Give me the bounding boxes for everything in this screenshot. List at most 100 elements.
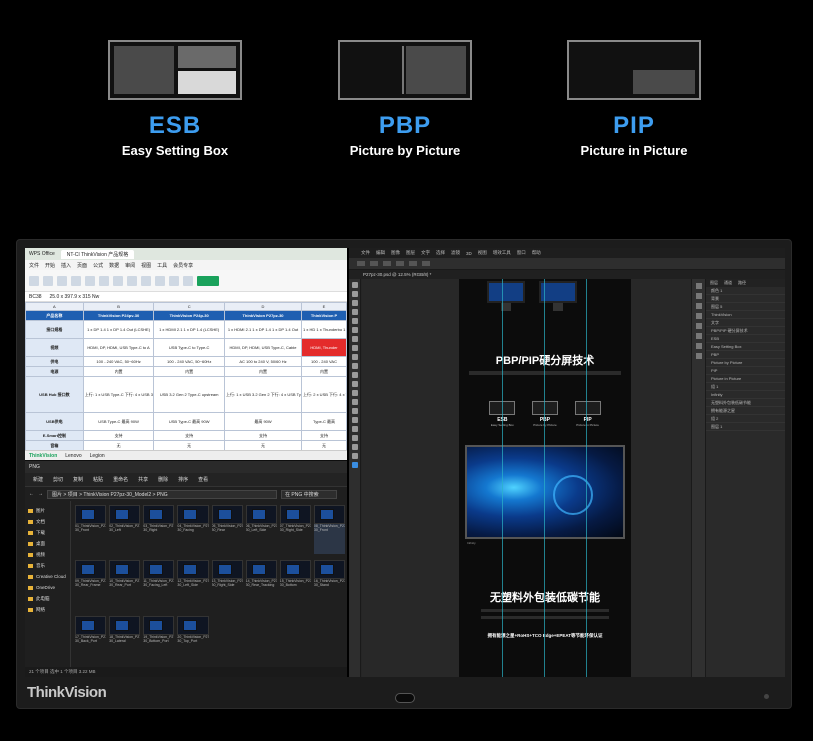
- transform-icon[interactable]: [383, 261, 391, 266]
- row-label[interactable]: USB供电: [25, 412, 84, 431]
- table-cell[interactable]: 内置: [301, 366, 347, 377]
- marquee-tool-icon[interactable]: [351, 291, 358, 297]
- file-thumbnail[interactable]: 02_ThinkVision_P27pz-30_Left: [109, 505, 141, 554]
- row-label[interactable]: E-Smart控制: [25, 430, 84, 441]
- table-cell[interactable]: 支持: [223, 430, 303, 441]
- panel-tab[interactable]: 通道: [724, 280, 732, 286]
- canvas-guide[interactable]: [586, 279, 587, 677]
- file-thumbnail-selected[interactable]: 08_ThinkVision_P27pz-30_Front: [313, 505, 345, 554]
- file-thumbnail[interactable]: 19_ThinkVision_P27pz-30_Bottom_Port: [143, 615, 175, 665]
- move-tool-icon[interactable]: [357, 261, 365, 266]
- table-cell[interactable]: 1 x DP 1.4 1 x DP 1.4 Out (LCSHE): [82, 320, 155, 339]
- stamp-tool-icon[interactable]: [351, 354, 358, 360]
- sort-icon[interactable]: [183, 275, 193, 286]
- column-header[interactable]: C: [153, 302, 225, 311]
- gradient-icon[interactable]: [351, 381, 358, 387]
- address-bar[interactable]: 图片 > 项目 > ThinkVision P27pz-30_Model2 > …: [47, 489, 277, 499]
- nav-item[interactable]: Creative Cloud: [28, 571, 67, 582]
- zoom-tool-icon[interactable]: [351, 453, 358, 459]
- menu-item[interactable]: 编辑: [376, 250, 385, 256]
- layer-item[interactable]: Picture in Picture: [706, 375, 785, 383]
- layer-item[interactable]: ThinkVision: [706, 311, 785, 319]
- toolbar-button[interactable]: 复制: [73, 476, 83, 483]
- hand-tool-icon[interactable]: [351, 444, 358, 450]
- table-cell[interactable]: AC 100 to 240 V, 50/60 Hz: [223, 356, 303, 367]
- file-thumbnail[interactable]: 01_ThinkVision_P27pz-30_Front: [75, 505, 107, 554]
- menu-item[interactable]: 文件: [361, 250, 370, 256]
- toolbar-button[interactable]: 删除: [158, 476, 168, 483]
- foreground-color-icon[interactable]: [351, 462, 358, 468]
- layer-item[interactable]: 组 2: [706, 415, 785, 423]
- file-thumbnail[interactable]: 06_ThinkVision_P27pz-30_Left_Side: [245, 505, 277, 554]
- layer-item[interactable]: 颜色 1: [706, 287, 785, 295]
- table-cell[interactable]: 支持: [301, 430, 347, 441]
- menu-item[interactable]: 窗口: [517, 250, 526, 256]
- nav-item[interactable]: 此电脑: [28, 593, 67, 604]
- layer-item[interactable]: 无塑料外包装低碳节能: [706, 399, 785, 407]
- table-cell[interactable]: 无: [223, 440, 303, 451]
- menu-item[interactable]: 图像: [391, 250, 400, 256]
- menu-item[interactable]: 视图: [478, 250, 487, 256]
- file-thumbnail[interactable]: 20_ThinkVision_P27pz-30_Top_Port: [177, 615, 209, 665]
- table-cell[interactable]: USB Type-C to Type-C: [153, 338, 225, 357]
- row-label[interactable]: 音箱: [25, 440, 84, 451]
- table-cell[interactable]: 无: [82, 440, 155, 451]
- nav-item[interactable]: 网络: [28, 604, 67, 615]
- menu-item[interactable]: 文件: [29, 262, 39, 269]
- nav-item[interactable]: 音乐: [28, 560, 67, 571]
- layer-item[interactable]: Picture by Picture: [706, 359, 785, 367]
- file-thumbnail[interactable]: 13_ThinkVision_P27pz-30_Right_Side: [211, 560, 243, 609]
- table-cell[interactable]: 产品名称: [25, 310, 84, 321]
- eraser-icon[interactable]: [351, 372, 358, 378]
- file-thumbnail[interactable]: 15_ThinkVision_P27pz-30_Bottom: [279, 560, 311, 609]
- file-thumbnail[interactable]: 14_ThinkVision_P27pz-30_Rear_Tracking: [245, 560, 277, 609]
- wrap-icon[interactable]: [127, 275, 137, 286]
- menu-item[interactable]: 增效工具: [493, 250, 511, 256]
- search-input[interactable]: 在 PNG 中搜索: [281, 489, 337, 499]
- menu-item[interactable]: 审阅: [125, 262, 135, 269]
- color-icon[interactable]: [695, 303, 702, 309]
- table-cell[interactable]: 支持: [153, 430, 225, 441]
- layer-item[interactable]: ESB: [706, 335, 785, 343]
- table-cell[interactable]: 无: [153, 440, 225, 451]
- nav-item[interactable]: 桌面: [28, 538, 67, 549]
- layer-item[interactable]: 拥有能源之星: [706, 407, 785, 415]
- forward-arrow-icon[interactable]: →: [38, 491, 43, 497]
- file-thumbnail[interactable]: 12_ThinkVision_P27pz-30_Left_Side: [177, 560, 209, 609]
- table-cell[interactable]: 内置: [82, 366, 155, 377]
- crop-tool-icon[interactable]: [351, 318, 358, 324]
- table-cell[interactable]: USB Type-C 最高 90W: [153, 412, 225, 431]
- libraries-icon[interactable]: [695, 333, 702, 339]
- table-cell[interactable]: HDMI, DP, HDMI, USB Type-C, Cable: [223, 338, 303, 357]
- history-icon[interactable]: [695, 283, 702, 289]
- table-cell[interactable]: 上行: 1 x USB 3.2 Gen 2 下行: 4 x USB Type-A: [223, 376, 303, 413]
- file-tab[interactable]: NT-CI ThinkVision 产品规格: [60, 249, 135, 259]
- toolbar-button[interactable]: 剪切: [53, 476, 63, 483]
- file-thumbnail[interactable]: 09_ThinkVision_P27pz-30_Rear_Frame: [75, 560, 107, 609]
- blur-icon[interactable]: [351, 390, 358, 396]
- 3d-mode-icon[interactable]: [422, 261, 430, 266]
- table-cell[interactable]: 1 x HD 1 x Thunderbo 1 x Thunderbo: [301, 320, 347, 339]
- menu-item[interactable]: 工具: [157, 262, 167, 269]
- table-cell[interactable]: 1 x HDMI 2.1 1 x DP 1.4 (LCSHE): [153, 320, 225, 339]
- toolbar-button[interactable]: 排序: [178, 476, 188, 483]
- row-label[interactable]: 电源: [25, 366, 84, 377]
- file-thumbnail[interactable]: 04_ThinkVision_P27pz-30_Facing: [177, 505, 209, 554]
- eyedropper-icon[interactable]: [351, 327, 358, 333]
- menu-item[interactable]: 选择: [436, 250, 445, 256]
- layer-item[interactable]: 图层 5: [706, 303, 785, 311]
- table-cell[interactable]: 上行: 1 x USB Type-C 下行: 4 x USB 3.2 Gen 2: [82, 376, 155, 413]
- properties-icon[interactable]: [695, 293, 702, 299]
- table-cell[interactable]: ThinkVision P27pz-30: [223, 310, 303, 321]
- formula-input[interactable]: 25.0 x 397.9 x 315 Nw: [50, 294, 100, 300]
- bold-icon[interactable]: [71, 275, 81, 286]
- layer-item[interactable]: Infinity: [706, 391, 785, 399]
- file-thumbnail[interactable]: 18_ThinkVision_P27pz-30_Lateral: [109, 615, 141, 665]
- row-label[interactable]: 供电: [25, 356, 84, 367]
- healing-brush-icon[interactable]: [351, 336, 358, 342]
- magic-wand-icon[interactable]: [351, 309, 358, 315]
- sheet-tab[interactable]: Legion: [90, 453, 105, 459]
- path-select-icon[interactable]: [351, 426, 358, 432]
- panel-tab[interactable]: 图层: [710, 280, 718, 286]
- table-cell[interactable]: USB Type-C 最高 90W: [82, 412, 155, 431]
